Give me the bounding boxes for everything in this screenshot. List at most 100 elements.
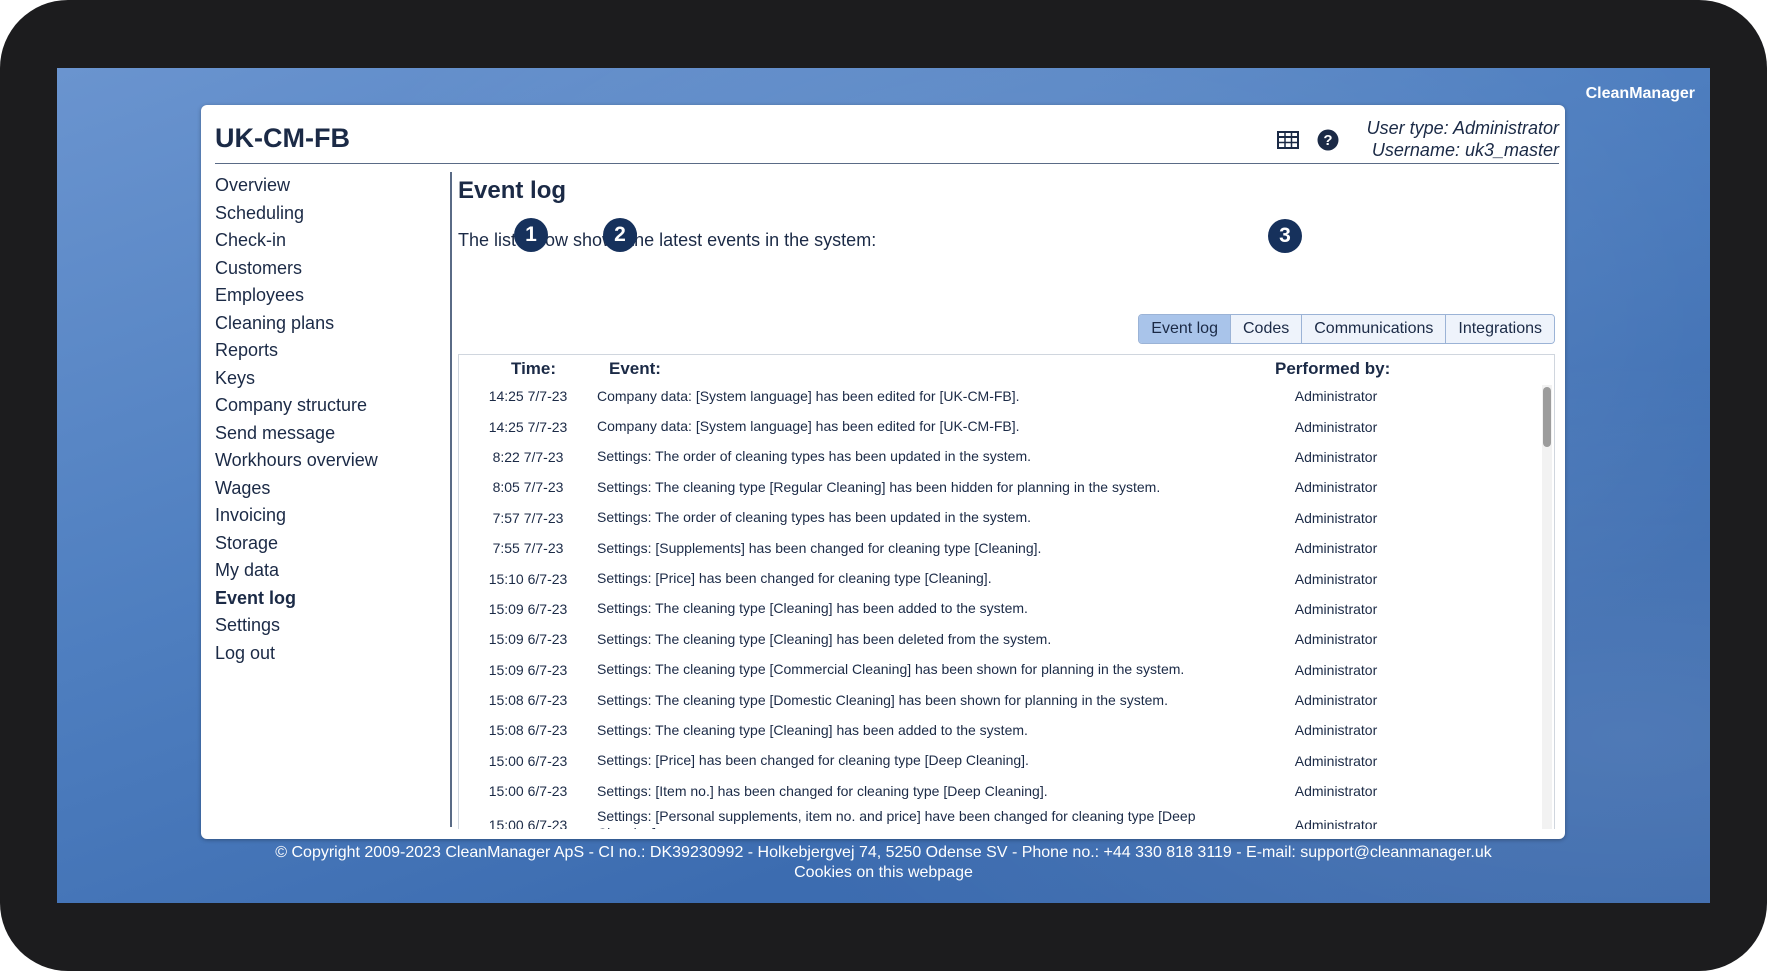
- cell-time: 14:25 7/7-23: [488, 388, 568, 405]
- cell-performed-by: Administrator: [1294, 752, 1378, 769]
- annotation-badge-3: 3: [1268, 219, 1302, 253]
- sidebar-item-my-data[interactable]: My data: [215, 557, 440, 585]
- grid-icon[interactable]: [1275, 127, 1301, 153]
- sidebar-item-workhours-overview[interactable]: Workhours overview: [215, 447, 440, 475]
- cell-performed-by: Administrator: [1294, 722, 1378, 739]
- cell-performed-by: Administrator: [1294, 631, 1378, 648]
- table-scrollbar[interactable]: [1542, 385, 1552, 829]
- svg-text:?: ?: [1323, 132, 1332, 149]
- sidebar-item-log-out[interactable]: Log out: [215, 640, 440, 668]
- table-row: 15:09 6/7-23 Settings: The cleaning type …: [459, 624, 1538, 654]
- cell-time: 15:00 6/7-23: [488, 783, 568, 800]
- cell-performed-by: Administrator: [1294, 600, 1378, 617]
- sidebar-item-keys[interactable]: Keys: [215, 365, 440, 393]
- cell-event: Settings: The order of cleaning types ha…: [597, 448, 1032, 465]
- sidebar-item-overview[interactable]: Overview: [215, 172, 440, 200]
- header-divider: [215, 163, 1559, 164]
- help-icon[interactable]: ?: [1315, 127, 1341, 153]
- cell-performed-by: Administrator: [1294, 540, 1378, 557]
- sidebar-item-wages[interactable]: Wages: [215, 475, 440, 503]
- table-row: 8:05 7/7-23 Settings: The cleaning type […: [459, 472, 1538, 502]
- cell-time: 15:08 6/7-23: [488, 722, 568, 739]
- cell-performed-by: Administrator: [1294, 448, 1378, 465]
- sidebar-item-event-log[interactable]: Event log: [215, 585, 440, 613]
- sidebar-item-invoicing[interactable]: Invoicing: [215, 502, 440, 530]
- cell-time: 7:55 7/7-23: [492, 540, 564, 557]
- cell-event: Settings: [Item no.] has been changed fo…: [597, 782, 1048, 799]
- cell-time: 15:09 6/7-23: [488, 631, 568, 648]
- column-header-time: Time:: [511, 359, 557, 378]
- brand-label: CleanManager: [1585, 85, 1695, 102]
- cell-event: Settings: [Price] has been changed for c…: [597, 752, 1029, 769]
- cell-performed-by: Administrator: [1294, 418, 1378, 435]
- cell-event: Settings: The cleaning type [Domestic Cl…: [597, 691, 1168, 708]
- cell-performed-by: Administrator: [1294, 692, 1378, 709]
- sidebar-divider: [450, 172, 452, 827]
- table-body: 14:25 7/7-23 Company data: [System langua…: [459, 381, 1538, 829]
- table-row: 15:10 6/7-23 Settings: [Price] has been c…: [459, 563, 1538, 593]
- cell-time: 14:25 7/7-23: [488, 418, 568, 435]
- cell-event: Settings: The cleaning type [Regular Cle…: [597, 478, 1161, 495]
- column-header-performed-by: Performed by:: [1275, 359, 1391, 378]
- sidebar-item-scheduling[interactable]: Scheduling: [215, 200, 440, 228]
- sidebar-item-company-structure[interactable]: Company structure: [215, 392, 440, 420]
- cell-performed-by: Administrator: [1294, 509, 1378, 526]
- cell-time: 15:00 6/7-23: [488, 816, 568, 829]
- annotation-badge-1: 1: [514, 218, 548, 252]
- tab-codes[interactable]: Codes: [1229, 315, 1302, 343]
- cell-event: Settings: The cleaning type [Cleaning] h…: [597, 630, 1052, 647]
- sidebar-item-settings[interactable]: Settings: [215, 612, 440, 640]
- cookies-link[interactable]: Cookies on this webpage: [57, 863, 1710, 883]
- tab-event-log[interactable]: Event log: [1139, 315, 1230, 343]
- tab-bar: Event log Codes Communications Integrati…: [1138, 314, 1555, 344]
- cell-event: Settings: The cleaning type [Commercial …: [597, 661, 1185, 678]
- table-row: 15:08 6/7-23 Settings: The cleaning type …: [459, 685, 1538, 715]
- table-row: 15:09 6/7-23 Settings: The cleaning type …: [459, 594, 1538, 624]
- cell-event: Company data: [System language] has been…: [597, 387, 1020, 404]
- cell-performed-by: Administrator: [1294, 816, 1378, 829]
- table-row: 7:57 7/7-23 Settings: The order of cleani…: [459, 503, 1538, 533]
- cell-time: 15:09 6/7-23: [488, 600, 568, 617]
- table-row: 7:55 7/7-23 Settings: [Supplements] has b…: [459, 533, 1538, 563]
- cell-time: 15:09 6/7-23: [488, 661, 568, 678]
- table-row: 15:09 6/7-23 Settings: The cleaning type …: [459, 655, 1538, 685]
- sidebar-item-check-in[interactable]: Check-in: [215, 227, 440, 255]
- cell-performed-by: Administrator: [1294, 661, 1378, 678]
- cell-event: Settings: [Supplements] has been changed…: [597, 539, 1042, 556]
- cell-event: Settings: The order of cleaning types ha…: [597, 509, 1032, 526]
- cell-time: 8:05 7/7-23: [492, 479, 564, 496]
- table-row: 15:08 6/7-23 Settings: The cleaning type …: [459, 715, 1538, 745]
- table-row: 15:00 6/7-23 Settings: [Price] has been c…: [459, 746, 1538, 776]
- sidebar-item-cleaning-plans[interactable]: Cleaning plans: [215, 310, 440, 338]
- cell-time: 7:57 7/7-23: [492, 509, 564, 526]
- tab-communications[interactable]: Communications: [1301, 315, 1446, 343]
- sidebar-item-employees[interactable]: Employees: [215, 282, 440, 310]
- main-content: Event log The list below shows the lates…: [458, 172, 1555, 829]
- tab-integrations[interactable]: Integrations: [1445, 315, 1554, 343]
- sidebar-item-send-message[interactable]: Send message: [215, 420, 440, 448]
- username: Username: uk3_master: [1371, 140, 1559, 160]
- sidebar-item-storage[interactable]: Storage: [215, 530, 440, 558]
- app-screen: CleanManager UK-CM-FB ? User type: Admin…: [57, 68, 1710, 903]
- cell-performed-by: Administrator: [1294, 570, 1378, 587]
- user-type: User type: Administrator: [1366, 118, 1559, 138]
- cell-time: 8:22 7/7-23: [492, 448, 564, 465]
- table-row: 8:22 7/7-23 Settings: The order of cleani…: [459, 442, 1538, 472]
- table-row: 15:00 6/7-23 Settings: [Personal suppleme…: [459, 806, 1538, 829]
- table-row: 15:00 6/7-23 Settings: [Item no.] has bee…: [459, 776, 1538, 806]
- footer-copyright: © Copyright 2009-2023 CleanManager ApS -…: [275, 844, 1492, 861]
- cell-time: 15:00 6/7-23: [488, 752, 568, 769]
- table-row: 14:25 7/7-23 Company data: [System langua…: [459, 381, 1538, 411]
- cell-event: Settings: [Personal supplements, item no…: [597, 807, 1196, 829]
- main-panel: UK-CM-FB ? User type: Administrator User…: [201, 105, 1565, 839]
- header-icons: ?: [1275, 127, 1341, 153]
- column-header-event: Event:: [609, 359, 661, 378]
- sidebar-item-reports[interactable]: Reports: [215, 337, 440, 365]
- cell-event: Settings: The cleaning type [Cleaning] h…: [597, 600, 1028, 617]
- sidebar-nav: Overview Scheduling Check-in Customers E…: [215, 172, 440, 667]
- event-table: Time: Event: Performed by: 14:25 7/7-23 C…: [458, 354, 1555, 829]
- scrollbar-thumb[interactable]: [1543, 387, 1551, 447]
- table-row: 14:25 7/7-23 Company data: [System langua…: [459, 411, 1538, 441]
- cell-event: Settings: The cleaning type [Cleaning] h…: [597, 721, 1028, 738]
- sidebar-item-customers[interactable]: Customers: [215, 255, 440, 283]
